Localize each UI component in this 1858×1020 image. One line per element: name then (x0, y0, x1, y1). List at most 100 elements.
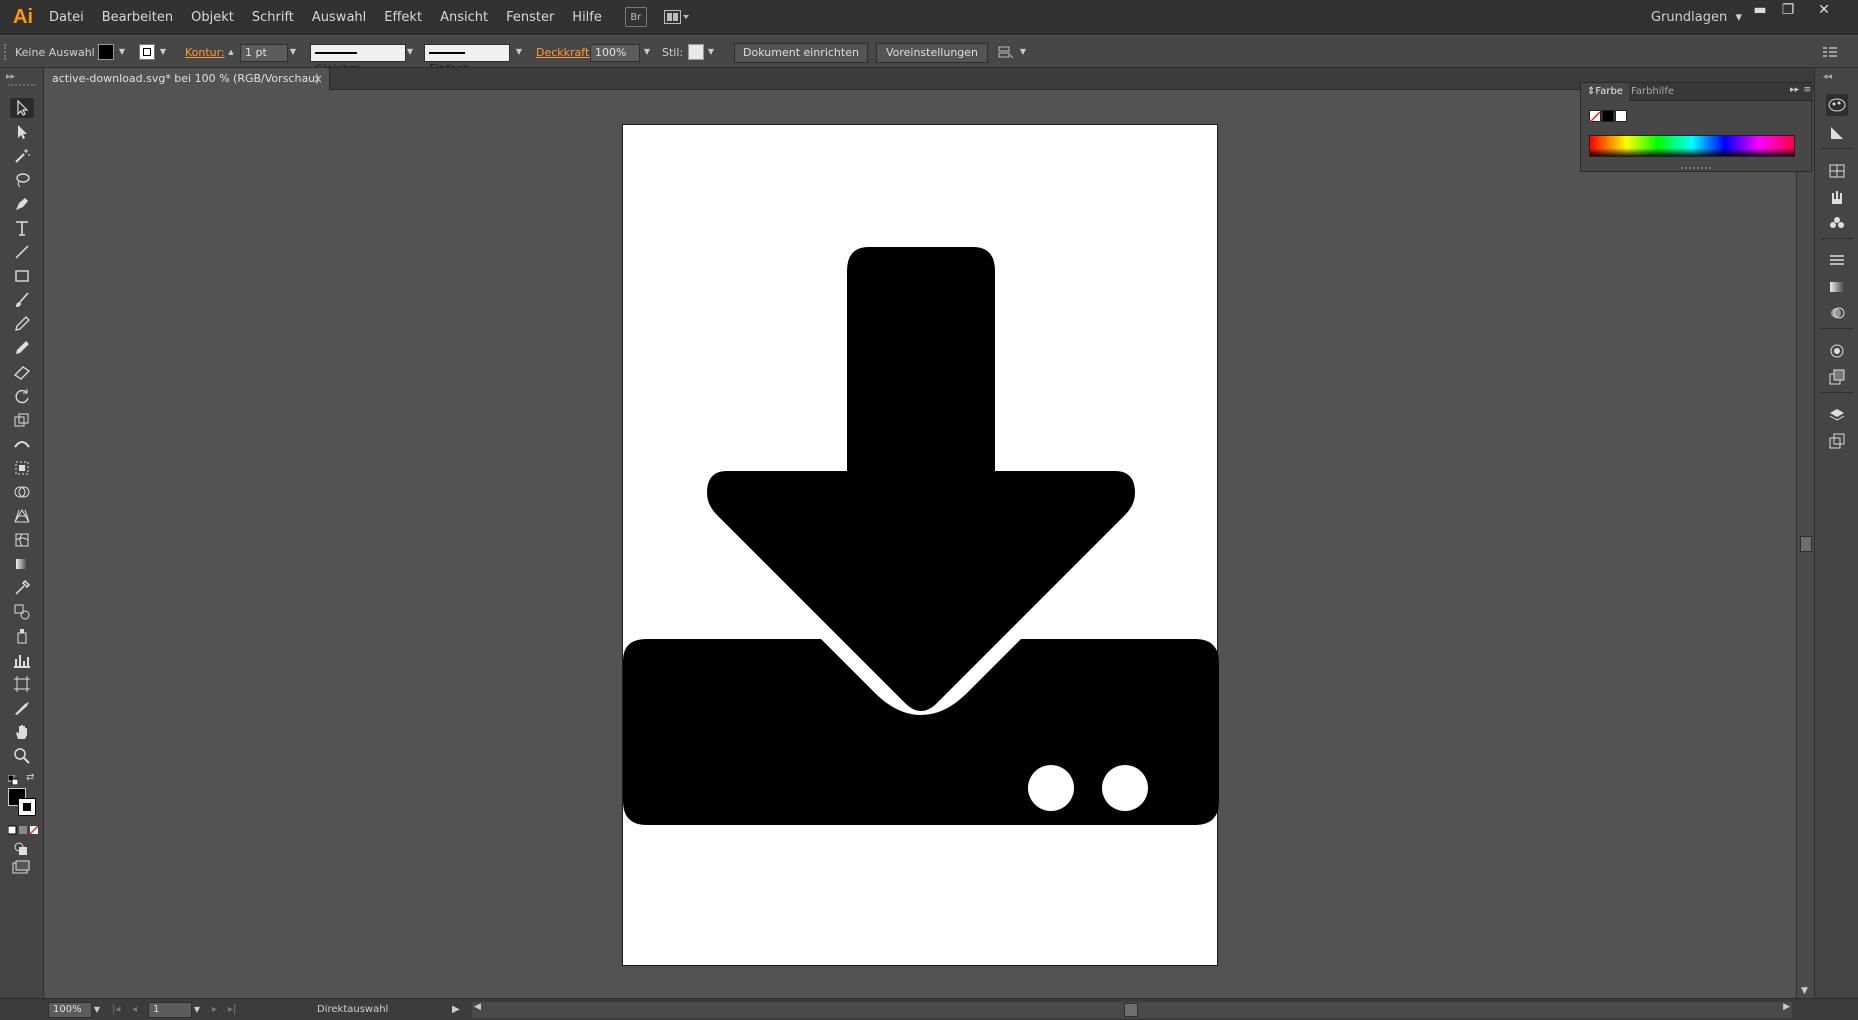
stroke-label[interactable]: Kontur: (185, 44, 225, 62)
menu-schrift[interactable]: Schrift (243, 0, 303, 35)
align-options-icon[interactable] (998, 45, 1014, 59)
document-setup-button[interactable]: Dokument einrichten (734, 43, 868, 63)
stroke-panel-icon[interactable] (1826, 250, 1848, 272)
color-guide-icon[interactable] (1826, 122, 1848, 144)
artboards-icon[interactable] (1826, 430, 1848, 452)
opacity-label[interactable]: Deckkraft: (536, 44, 593, 62)
last-artboard-icon[interactable]: ▸| (228, 1002, 236, 1018)
tools-grip[interactable] (8, 84, 36, 86)
menu-fenster[interactable]: Fenster (497, 0, 563, 35)
tab-farbhilfe[interactable]: Farbhilfe (1625, 83, 1680, 101)
black-swatch[interactable] (1602, 110, 1614, 122)
symbols-icon[interactable] (1826, 212, 1848, 234)
brushes-icon[interactable] (1826, 186, 1848, 208)
pen-tool-icon[interactable] (10, 194, 34, 214)
scroll-right-icon[interactable]: ▶ (1783, 1002, 1790, 1012)
opacity-field[interactable]: 100% (590, 44, 640, 62)
zoom-level-field[interactable]: 100% (48, 1002, 92, 1018)
menu-objekt[interactable]: Objekt (182, 0, 243, 35)
close-tab-icon[interactable]: × (313, 68, 323, 90)
next-artboard-icon[interactable]: ▸ (212, 1002, 217, 1018)
eyedropper-tool-icon[interactable] (10, 578, 34, 598)
direct-selection-tool-icon[interactable] (10, 122, 34, 142)
close-window-button[interactable]: ✕ (1810, 0, 1838, 20)
bridge-icon[interactable]: Br (624, 7, 647, 27)
preferences-button[interactable]: Voreinstellungen (876, 43, 988, 63)
scroll-left-icon[interactable]: ◀ (474, 1002, 481, 1012)
profile-dropdown-icon[interactable]: ▼ (405, 44, 415, 60)
zoom-dropdown-icon[interactable]: ▼ (92, 1002, 102, 1018)
opacity-dropdown-icon[interactable]: ▼ (642, 44, 652, 60)
eraser-tool-icon[interactable] (10, 362, 34, 382)
mesh-tool-icon[interactable] (10, 530, 34, 550)
grip-icon[interactable] (4, 44, 8, 60)
stroke-stepper-icon[interactable]: ▲ (226, 44, 236, 60)
graphic-styles-icon[interactable] (1826, 366, 1848, 388)
arrange-documents-icon[interactable] (661, 7, 693, 27)
panel-options-icon[interactable]: ≡ (1803, 85, 1811, 95)
menu-ansicht[interactable]: Ansicht (431, 0, 497, 35)
stroke-color-box[interactable] (18, 798, 36, 816)
rotate-tool-icon[interactable] (10, 386, 34, 406)
gradient-panel-icon[interactable] (1826, 276, 1848, 298)
rectangle-tool-icon[interactable] (10, 266, 34, 286)
white-swatch[interactable] (1615, 110, 1627, 122)
panel-menu-icon[interactable] (1822, 45, 1838, 59)
layers-icon[interactable] (1826, 404, 1848, 426)
maximize-button[interactable]: ❐ (1774, 0, 1802, 20)
current-tool-status[interactable]: Direktauswahl (317, 1002, 388, 1018)
type-tool-icon[interactable] (10, 218, 34, 238)
workspace-switcher[interactable]: Grundlagen ▾ (1651, 0, 1742, 35)
stroke-weight-dropdown-icon[interactable]: ▼ (288, 44, 298, 60)
previous-artboard-icon[interactable]: ◂ (132, 1002, 137, 1018)
horizontal-scroll-thumb[interactable] (1124, 1003, 1138, 1017)
menu-datei[interactable]: Datei (40, 0, 93, 35)
scroll-down-icon[interactable]: ▼ (1801, 986, 1808, 996)
perspective-grid-tool-icon[interactable] (10, 506, 34, 526)
vertical-scrollbar[interactable]: ▼ (1796, 90, 1814, 998)
color-spectrum-bar[interactable] (1589, 135, 1795, 157)
selection-tool-icon[interactable] (10, 98, 34, 118)
blob-brush-tool-icon[interactable] (10, 338, 34, 358)
line-segment-tool-icon[interactable] (10, 242, 34, 262)
panel-expand-icon[interactable]: ▸▸ (1790, 85, 1799, 95)
hand-tool-icon[interactable] (10, 722, 34, 742)
style-dropdown-icon[interactable]: ▼ (706, 44, 716, 60)
blend-tool-icon[interactable] (10, 602, 34, 622)
shape-builder-tool-icon[interactable] (10, 482, 34, 502)
paintbrush-tool-icon[interactable] (10, 290, 34, 310)
document-tab[interactable]: active-download.svg* bei 100 % (RGB/Vors… (44, 68, 330, 90)
fill-swatch[interactable] (98, 44, 114, 60)
horizontal-scrollbar[interactable]: ◀ ▶ (472, 1002, 1792, 1018)
stroke-weight-field[interactable]: 1 pt (240, 44, 288, 62)
symbol-sprayer-tool-icon[interactable] (10, 626, 34, 646)
menu-bearbeiten[interactable]: Bearbeiten (93, 0, 182, 35)
lasso-tool-icon[interactable] (10, 170, 34, 190)
download-icon-artwork[interactable] (623, 125, 1219, 967)
menu-hilfe[interactable]: Hilfe (563, 0, 611, 35)
transparency-icon[interactable] (1826, 302, 1848, 324)
magic-wand-tool-icon[interactable] (10, 146, 34, 166)
free-transform-tool-icon[interactable] (10, 458, 34, 478)
pencil-tool-icon[interactable] (10, 314, 34, 334)
stroke-dropdown-icon[interactable]: ▼ (158, 44, 168, 60)
menu-auswahl[interactable]: Auswahl (303, 0, 375, 35)
vertical-scroll-thumb[interactable] (1800, 536, 1812, 552)
swatches-icon[interactable] (1826, 160, 1848, 182)
expand-dock-icon[interactable]: ◂◂ (1823, 72, 1832, 82)
fill-dropdown-icon[interactable]: ▼ (117, 44, 127, 60)
brush-definition[interactable]: Einfach (424, 44, 510, 75)
column-graph-tool-icon[interactable] (10, 650, 34, 670)
brush-dropdown-icon[interactable]: ▼ (514, 44, 524, 60)
first-artboard-icon[interactable]: |◂ (112, 1002, 120, 1018)
width-tool-icon[interactable] (10, 434, 34, 454)
graphic-style-swatch[interactable] (688, 44, 704, 60)
artboard-tool-icon[interactable] (10, 674, 34, 694)
panel-resize-grip[interactable] (1681, 167, 1711, 169)
gradient-tool-icon[interactable] (10, 554, 34, 574)
appearance-icon[interactable] (1826, 340, 1848, 362)
swap-colors-icon[interactable]: ⇄ (26, 772, 34, 783)
zoom-tool-icon[interactable] (10, 746, 34, 766)
status-menu-arrow-icon[interactable]: ▶ (452, 1002, 460, 1018)
stroke-swatch[interactable] (139, 44, 155, 60)
